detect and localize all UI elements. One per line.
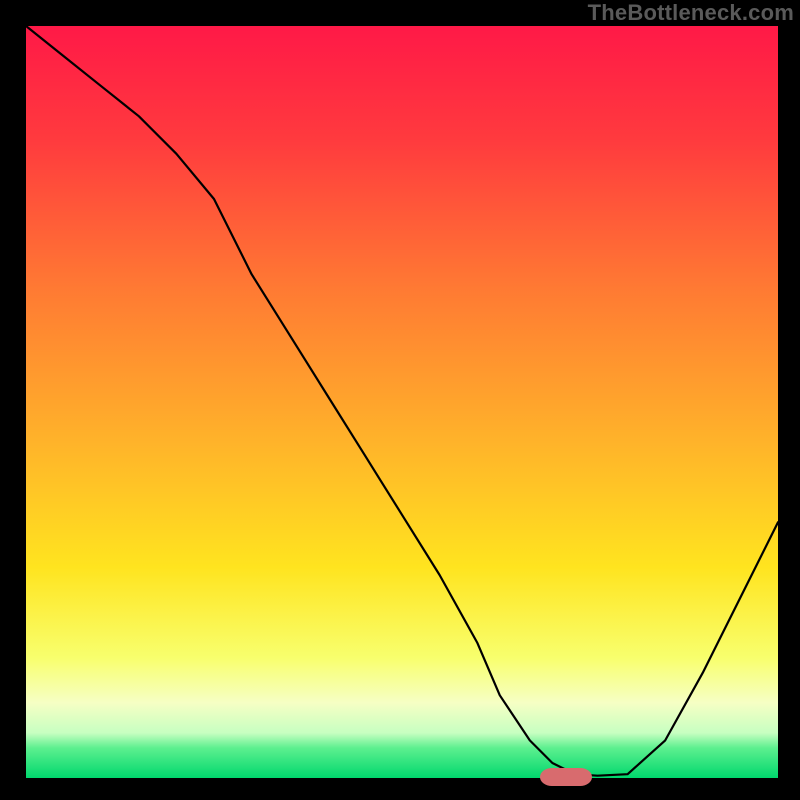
watermark-text: TheBottleneck.com bbox=[588, 0, 794, 26]
plot-background bbox=[26, 26, 778, 778]
chart-container: TheBottleneck.com bbox=[0, 0, 800, 800]
bottleneck-chart bbox=[0, 0, 800, 800]
optimum-marker bbox=[540, 768, 592, 786]
